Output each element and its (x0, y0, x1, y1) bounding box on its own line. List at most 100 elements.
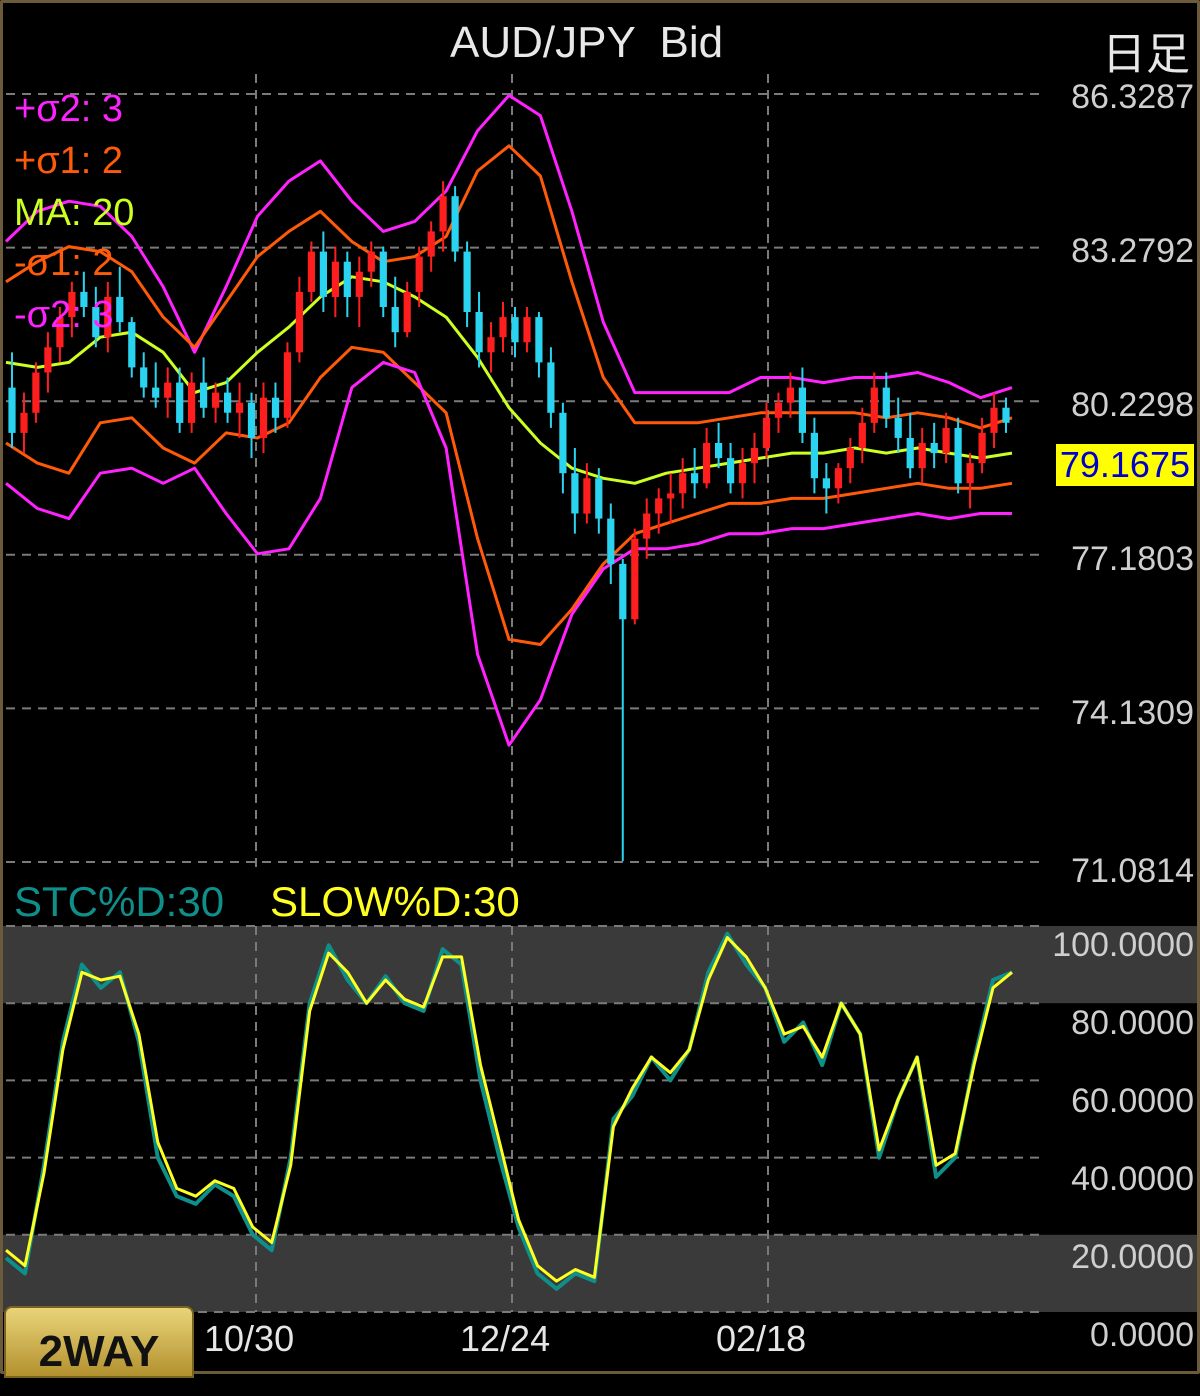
osc-tick-label: 60.0000 (1071, 1082, 1194, 1120)
candle-body (667, 493, 675, 499)
legend-ma: MA: 20 (14, 192, 135, 234)
candle-body (691, 473, 699, 484)
candle-body (475, 312, 483, 353)
candle-body (20, 412, 28, 433)
legend-minus-sigma1: -σ1: 2 (14, 242, 114, 284)
candle-body (834, 468, 842, 489)
osc-tick-label: 100.0000 (1052, 926, 1194, 964)
candle-body (403, 291, 411, 333)
candle-body (607, 518, 615, 564)
x-tick-label: 02/18 (716, 1318, 807, 1359)
chart-title: AUD/JPY Bid (450, 18, 724, 67)
candle-body (343, 261, 351, 297)
slow-label: SLOW%D:30 (270, 878, 520, 925)
candle-body (954, 427, 962, 484)
candle-body (715, 443, 723, 459)
bollinger-line-1 (5, 144, 1013, 430)
bollinger-line-0 (4, 93, 1013, 400)
candle-body (631, 538, 639, 620)
candle-body (307, 251, 315, 292)
candle-body (188, 382, 196, 423)
candle-body (679, 473, 687, 494)
candle-body (786, 387, 794, 403)
candle-body (32, 372, 40, 413)
candle-body (331, 261, 339, 297)
candle-body (463, 251, 471, 312)
candle-body (283, 352, 291, 418)
current-price-tag: 79.1675 (1055, 444, 1194, 486)
candle-body (918, 443, 926, 469)
candle-body (727, 458, 735, 484)
candle-body (355, 271, 363, 297)
candle-body (8, 387, 16, 433)
candle-body (427, 231, 435, 257)
candle-body (619, 563, 627, 620)
candle-body (774, 402, 783, 418)
candle-body (451, 196, 459, 252)
candle-body (415, 256, 423, 292)
bollinger-line-4 (5, 360, 1012, 747)
candle-body (762, 417, 771, 448)
candle-body (894, 417, 902, 438)
candle-body (319, 251, 327, 297)
candle-body (271, 397, 280, 418)
candle-body (499, 317, 507, 338)
candle-body (738, 463, 747, 484)
osc-tick-label: 0.0000 (1090, 1316, 1194, 1354)
legend-plus-sigma1: +σ1: 2 (14, 140, 124, 182)
candle-body (535, 317, 543, 363)
candle-body (487, 337, 495, 353)
x-tick-label: 10/30 (204, 1318, 295, 1359)
candle-body (810, 432, 818, 479)
candle-body (846, 448, 854, 469)
candle-body (870, 387, 878, 423)
candle-body (379, 251, 387, 307)
candle-body (367, 251, 375, 272)
candle-body (128, 322, 136, 368)
stc-label: STC%D:30 (14, 878, 225, 925)
candle-body (44, 347, 52, 373)
candle-body (391, 307, 399, 333)
candle-body (247, 402, 256, 438)
candle-body (547, 362, 555, 413)
price-tick-label: 74.1309 (1071, 694, 1194, 732)
candle-body (643, 513, 651, 539)
osc-tick-label: 80.0000 (1071, 1004, 1194, 1042)
candle-body (978, 432, 986, 464)
candle-body (571, 473, 579, 514)
osc-tick-label: 40.0000 (1071, 1160, 1194, 1198)
candle-body (798, 387, 806, 433)
price-tick-label: 71.0814 (1071, 852, 1194, 890)
price-tick-label: 86.3287 (1071, 78, 1194, 116)
candle-body (595, 478, 603, 519)
price-tick-label: 77.1803 (1071, 540, 1194, 578)
candle-body (116, 296, 124, 323)
candle-body (140, 367, 148, 388)
candle-body (966, 463, 974, 484)
candle-body (152, 387, 160, 398)
candle-body (750, 448, 759, 464)
candle-body (655, 498, 663, 514)
candle-body (583, 478, 591, 514)
osc-tick-label: 20.0000 (1071, 1238, 1194, 1276)
candle-body (906, 438, 914, 469)
two-way-button[interactable]: 2WAY (4, 1306, 194, 1378)
candle-body (439, 196, 447, 232)
x-tick-label: 12/24 (460, 1318, 551, 1359)
candle-body (822, 478, 830, 489)
period-label[interactable]: 日足 (1102, 18, 1190, 82)
candle-body (224, 392, 232, 413)
candle-body (176, 382, 184, 423)
candle-body (990, 407, 998, 433)
chart-canvas (3, 74, 1197, 1313)
overbought-band (3, 926, 1197, 1004)
candle-body (882, 387, 890, 418)
candle-body (259, 397, 268, 438)
candle-body (858, 422, 866, 448)
candle-body (511, 317, 519, 343)
candle-body (212, 392, 220, 408)
legend-minus-sigma2: -σ2: 3 (14, 294, 114, 336)
candle-body (559, 412, 567, 474)
candle-body (523, 317, 531, 343)
candle-body (703, 443, 711, 484)
